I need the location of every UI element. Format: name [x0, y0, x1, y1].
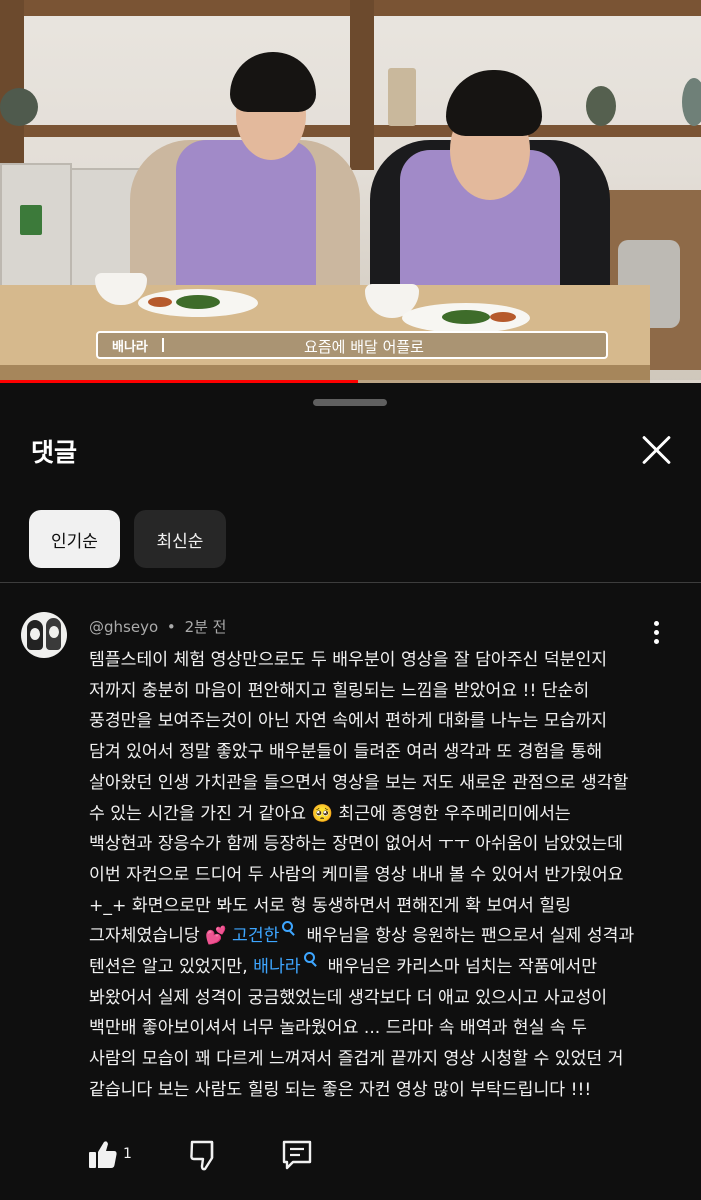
more-vert-icon[interactable] [646, 621, 666, 647]
comment-meta: @ghseyo • 2분 전 [89, 616, 226, 637]
comment-line: 이번 자컨으로 드디어 두 사람의 케미를 영상 내내 볼 수 있어서 반가웠어… [89, 864, 624, 885]
comment-line: 담겨 있어서 정말 좋았구 배우분들이 들려준 여러 생각과 또 경험을 통해 [89, 742, 603, 763]
thumbs-down-icon[interactable] [188, 1138, 220, 1172]
comment-line: 백상현과 장응수가 함께 등장하는 장면이 없어서 ㅜㅜ 아쉬움이 남았었는데 [89, 834, 623, 855]
food-plate [138, 289, 258, 317]
comment-line: +_+ 화면으로만 봐도 서로 형 동생하면서 편해진게 확 보여서 힐링 [89, 895, 571, 916]
comment-line: 수 있는 시간을 가진 거 같아요 🥺 최근에 종영한 우주메리미에서는 [89, 803, 571, 824]
avatar[interactable] [21, 612, 67, 658]
framed-picture [388, 68, 416, 126]
decor-pot [0, 88, 38, 126]
comment-line: 텐션은 알고 있었지만, 배나라 배우님은 카리스마 넘치는 작품에서만 [89, 952, 689, 983]
panel-title: 댓글 [31, 438, 78, 467]
comment-fragment: 배우님은 카리스마 넘치는 작품에서만 [327, 957, 598, 978]
reply-comment-icon[interactable] [281, 1138, 313, 1172]
stone-pagoda [586, 86, 616, 126]
comment-fragment: 그자체였습니당 💕 [89, 926, 233, 947]
comment-line: 템플스테이 체험 영상만으로도 두 배우분이 영상을 잘 담아주신 덕분인지 [89, 650, 608, 670]
wooden-post [350, 0, 374, 170]
close-icon[interactable] [636, 429, 678, 471]
comment-fragment: 배우님을 항상 응원하는 팬으로서 실제 성격과 [306, 926, 635, 947]
subtitle-text: 요즘에 배달 어플로 [304, 338, 424, 356]
comment-line: 봐왔어서 실제 성격이 궁금했었는데 생각보다 더 애교 있으시고 사교성이 [89, 987, 608, 1008]
food-plate [402, 303, 530, 333]
mention-link[interactable]: 고건한 [232, 926, 279, 946]
like-count: 1 [123, 1146, 132, 1162]
drag-handle[interactable] [313, 399, 387, 406]
comments-panel: 댓글 인기순 최신순 @ghseyo • 2분 전 템플스테이 체험 영상만으로… [0, 383, 701, 1200]
thumbs-up-icon[interactable] [87, 1138, 119, 1172]
meta-separator: • [166, 618, 176, 636]
comment-line: 백만배 좋아보이셔서 너무 놀라웠어요 ... 드라마 속 배역과 현실 속 두 [89, 1018, 587, 1039]
search-icon[interactable] [282, 921, 296, 935]
sort-chip-popular[interactable]: 인기순 [29, 510, 120, 568]
comment-line: 그자체였습니당 💕 고건한 배우님을 항상 응원하는 팬으로서 실제 성격과 [89, 921, 689, 952]
comment-text: 템플스테이 체험 영상만으로도 두 배우분이 영상을 잘 담아주신 덕분인지 저… [89, 645, 689, 1106]
comment-line: 같습니다 보는 사람도 힐링 되는 좋은 자컨 영상 많이 부탁드립니다 !!! [89, 1079, 592, 1100]
comment-line: 사람의 모습이 꽤 다르게 느껴져서 즐겁게 끝까지 영상 시청할 수 있었던 … [89, 1049, 624, 1070]
comment-fragment: 텐션은 알고 있었지만, [89, 957, 254, 978]
comment-time: 2분 전 [184, 618, 227, 636]
mention-link[interactable]: 배나라 [253, 957, 300, 977]
decor-vase [682, 78, 701, 126]
subtitle-caption: 배나라 요즘에 배달 어플로 [96, 331, 608, 359]
wooden-post [0, 0, 24, 170]
comment-author[interactable]: @ghseyo [89, 618, 158, 636]
divider [0, 582, 701, 583]
refrigerator [0, 163, 72, 298]
comment-line: 풍경만을 보여주는것이 아닌 자연 속에서 편하게 대화를 나누는 모습까지 [89, 711, 608, 732]
comment-actions: 1 [0, 1138, 701, 1178]
comment-line: 살아왔던 인생 가치관을 들으면서 영상을 보는 저도 새로운 관점으로 생각할 [89, 772, 629, 793]
comment-line: 저까지 충분히 마음이 편안해지고 힐링되는 느낌을 받았어요 !! 단순히 [89, 680, 590, 701]
search-icon[interactable] [303, 952, 318, 966]
sort-chip-newest[interactable]: 최신순 [134, 510, 226, 568]
video-player[interactable]: 배나라 요즘에 배달 어플로 [0, 0, 701, 383]
